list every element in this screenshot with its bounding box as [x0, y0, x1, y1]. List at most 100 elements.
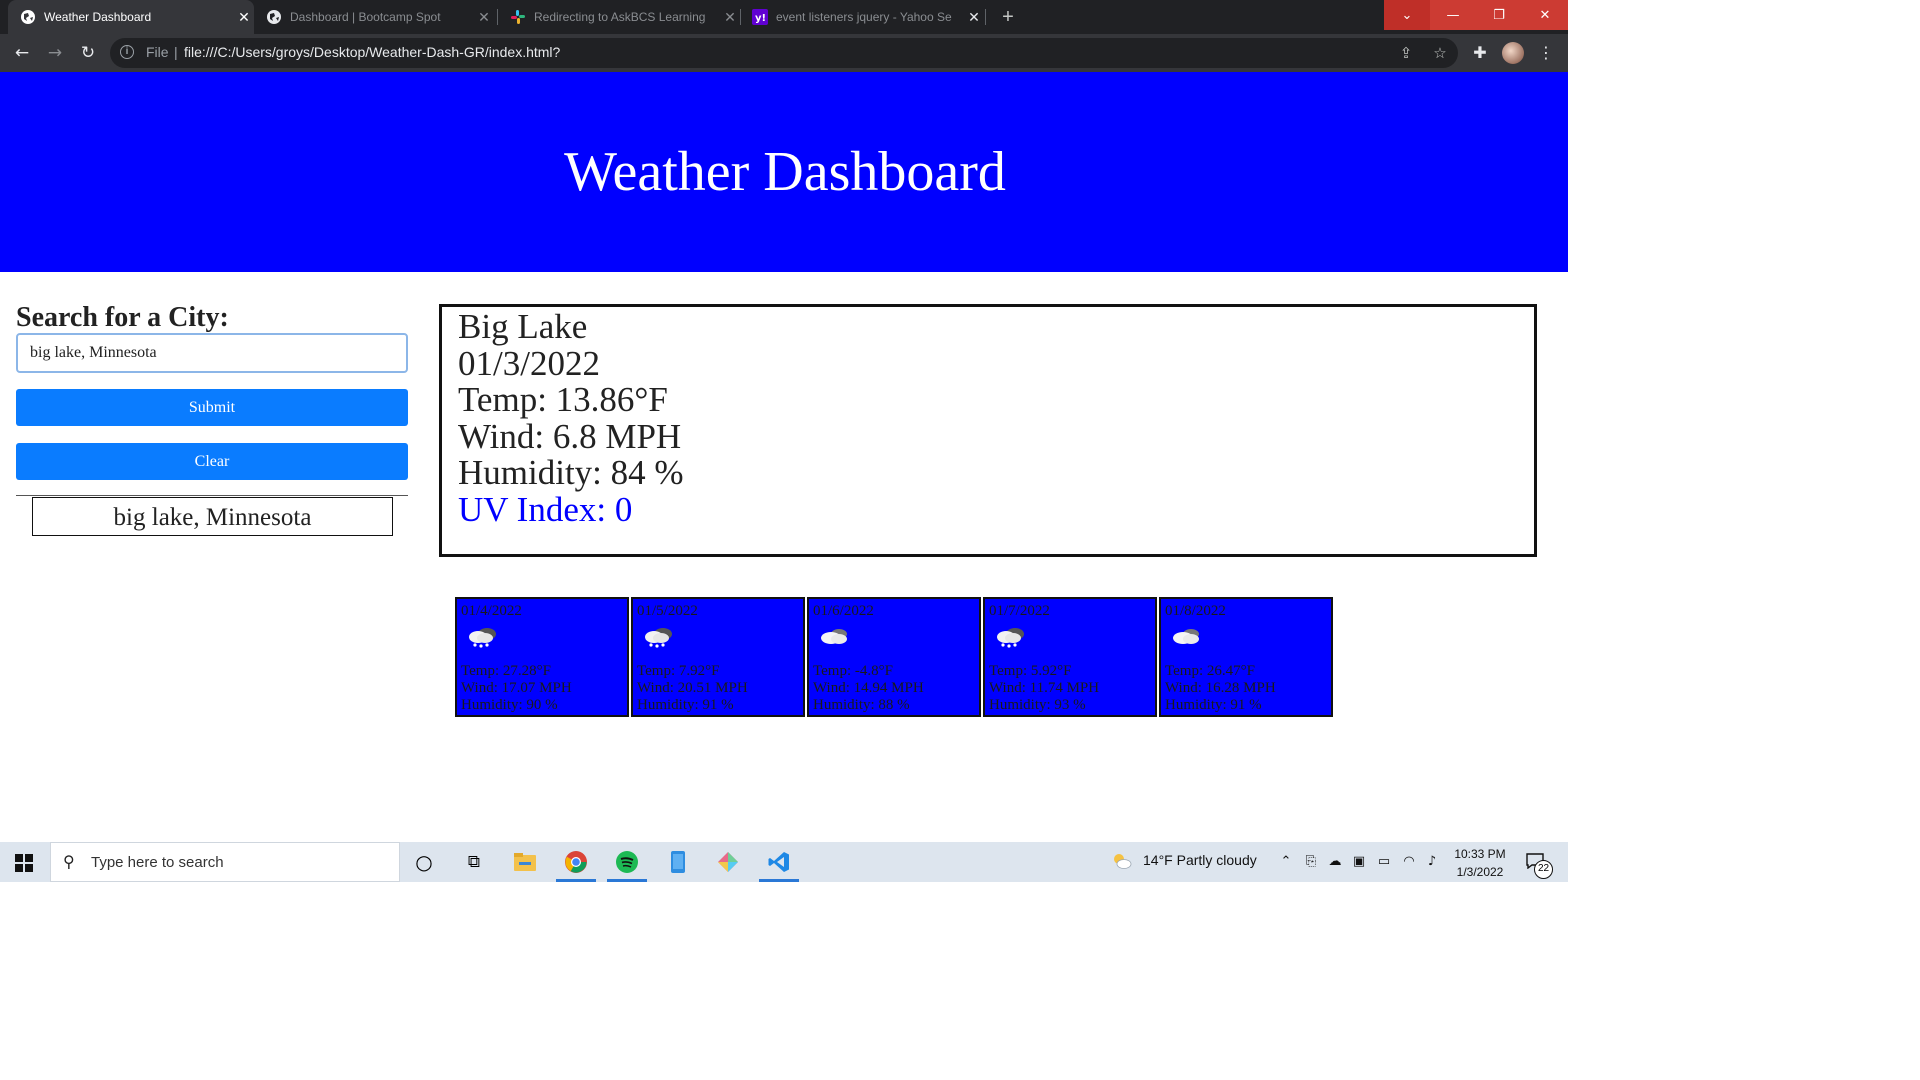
slack-icon: [510, 9, 526, 25]
yahoo-icon: y!: [752, 9, 768, 25]
battery-icon[interactable]: ▭: [1375, 853, 1393, 871]
forecast-temp: Temp: -4.8°F: [813, 663, 893, 679]
spotify-icon[interactable]: [613, 848, 641, 876]
tab-weather-dashboard[interactable]: Weather Dashboard ✕: [8, 0, 254, 34]
notification-count: 22: [1534, 860, 1553, 879]
address-url: file:///C:/Users/groys/Desktop/Weather-D…: [184, 44, 561, 60]
current-city: Big Lake: [458, 307, 588, 346]
taskbar-clock[interactable]: 10:33 PM 1/3/2022: [1440, 845, 1520, 881]
task-view-icon[interactable]: ⧉: [460, 848, 488, 876]
snow-cloud-icon: [641, 625, 677, 649]
address-bar[interactable]: i File | file:///C:/Users/groys/Desktop/…: [110, 38, 1458, 68]
current-weather-panel: Big Lake 01/3/2022 Temp: 13.86°F Wind: 6…: [439, 304, 1537, 557]
forecast-humidity: Humidity: 88 %: [813, 697, 910, 713]
vscode-icon[interactable]: [765, 848, 793, 876]
current-date: 01/3/2022: [458, 343, 600, 383]
new-tab-plus-icon[interactable]: +: [996, 5, 1020, 29]
profile-avatar[interactable]: [1502, 42, 1524, 64]
cortana-circle-icon[interactable]: ○: [410, 848, 438, 876]
tab-yahoo-search[interactable]: y! event listeners jquery - Yahoo Se ✕: [740, 0, 984, 34]
forecast-date: 01/7/2022: [989, 603, 1050, 619]
notification-center-icon[interactable]: 22: [1526, 853, 1553, 879]
chevron-up-icon[interactable]: ⌃: [1277, 853, 1295, 871]
tab-close-icon[interactable]: ✕: [234, 9, 254, 26]
tab-title: event listeners jquery - Yahoo Se: [776, 10, 952, 24]
forecast-temp: Temp: 26.47°F: [1165, 663, 1255, 679]
active-app-indicator: [759, 879, 799, 882]
minimize-icon[interactable]: —: [1430, 0, 1476, 30]
forecast-humidity: Humidity: 91 %: [637, 697, 734, 713]
extensions-puzzle-icon[interactable]: ✚: [1470, 43, 1490, 63]
tab-bootcamp-spot[interactable]: Dashboard | Bootcamp Spot ✕: [254, 0, 494, 34]
window-controls: ⌄ — ❐ ✕: [1384, 0, 1568, 30]
clock-time: 10:33 PM: [1454, 847, 1506, 861]
current-temp: Temp: 13.86°F: [458, 380, 668, 419]
cloud-icon: [817, 625, 853, 649]
city-search-input[interactable]: [16, 333, 408, 373]
windows-start-icon[interactable]: [15, 854, 33, 872]
clear-button[interactable]: Clear: [16, 443, 408, 480]
forecast-date: 01/4/2022: [461, 603, 522, 619]
forecast-temp: Temp: 7.92°F: [637, 663, 720, 679]
forecast-wind: Wind: 14.94 MPH: [813, 680, 924, 696]
forecast-temp: Temp: 27.28°F: [461, 663, 551, 679]
forecast-humidity: Humidity: 90 %: [461, 697, 558, 713]
svg-text:y!: y!: [755, 13, 766, 24]
address-scheme: File: [146, 44, 169, 60]
divider: [16, 495, 408, 496]
address-separator: |: [174, 44, 178, 60]
reload-icon[interactable]: ↻: [76, 41, 100, 65]
submit-button[interactable]: Submit: [16, 389, 408, 426]
file-explorer-icon[interactable]: [511, 848, 539, 876]
forecast-temp: Temp: 5.92°F: [989, 663, 1072, 679]
share-icon[interactable]: ⇪: [1396, 43, 1416, 63]
current-wind: Wind: 6.8 MPH: [458, 416, 682, 456]
restore-icon[interactable]: ❐: [1476, 0, 1522, 30]
header-banner: Weather Dashboard: [0, 72, 1568, 272]
browser-menu-icon[interactable]: ⋮: [1536, 43, 1556, 63]
globe-icon: [266, 9, 282, 25]
info-icon[interactable]: i: [120, 45, 134, 59]
snow-cloud-icon: [993, 625, 1029, 649]
forecast-date: 01/8/2022: [1165, 603, 1226, 619]
search-history-item[interactable]: big lake, Minnesota: [32, 497, 393, 536]
taskbar-search-box[interactable]: ⚲ Type here to search: [50, 842, 400, 882]
forecast-card: 01/8/2022 Temp: 26.47°F Wind: 16.28 MPH …: [1159, 597, 1333, 717]
forecast-date: 01/5/2022: [637, 603, 698, 619]
browser-tab-strip: Weather Dashboard ✕ Dashboard | Bootcamp…: [0, 0, 1568, 34]
volume-icon[interactable]: ♪: [1423, 853, 1441, 871]
phone-app-icon[interactable]: [664, 848, 692, 876]
forecast-card: 01/5/2022 Temp: 7.92°F Wind: 20.51 MPH H…: [631, 597, 805, 717]
forecast-wind: Wind: 16.28 MPH: [1165, 680, 1276, 696]
page-title: Weather Dashboard: [564, 141, 1006, 203]
tab-search-chevron-icon[interactable]: ⌄: [1384, 0, 1430, 30]
active-app-indicator: [607, 879, 647, 882]
current-uv-index: UV Index: 0: [458, 489, 633, 529]
meet-now-icon[interactable]: ⎘: [1302, 853, 1320, 871]
windows-taskbar: ⚲ Type here to search ○ ⧉ 14°F Partly cl…: [0, 842, 1568, 882]
onedrive-cloud-icon[interactable]: ☁: [1326, 853, 1344, 871]
chrome-icon[interactable]: [562, 848, 590, 876]
bookmark-star-icon[interactable]: ☆: [1430, 43, 1450, 63]
tab-close-icon[interactable]: ✕: [720, 9, 740, 26]
close-window-icon[interactable]: ✕: [1522, 0, 1568, 30]
active-app-indicator: [556, 879, 596, 882]
wifi-icon[interactable]: ◠: [1400, 853, 1418, 871]
taskbar-weather[interactable]: 14°F Partly cloudy: [1143, 852, 1257, 868]
partly-cloudy-icon: [1112, 852, 1132, 870]
tab-close-icon[interactable]: ✕: [474, 9, 494, 26]
tab-close-icon[interactable]: ✕: [964, 9, 984, 26]
forward-arrow-icon[interactable]: →: [43, 41, 67, 65]
forecast-card: 01/6/2022 Temp: -4.8°F Wind: 14.94 MPH H…: [807, 597, 981, 717]
back-arrow-icon[interactable]: ←: [10, 41, 34, 65]
git-kraken-icon[interactable]: [714, 848, 742, 876]
snow-cloud-icon: [465, 625, 501, 649]
current-humidity: Humidity: 84 %: [458, 453, 684, 492]
display-icon[interactable]: ▣: [1350, 853, 1368, 871]
tab-askbcs[interactable]: Redirecting to AskBCS Learning ✕: [498, 0, 740, 34]
tab-title: Dashboard | Bootcamp Spot: [290, 10, 441, 24]
globe-icon: [20, 9, 36, 25]
forecast-humidity: Humidity: 91 %: [1165, 697, 1262, 713]
forecast-wind: Wind: 20.51 MPH: [637, 680, 748, 696]
forecast-card: 01/7/2022 Temp: 5.92°F Wind: 11.74 MPH H…: [983, 597, 1157, 717]
